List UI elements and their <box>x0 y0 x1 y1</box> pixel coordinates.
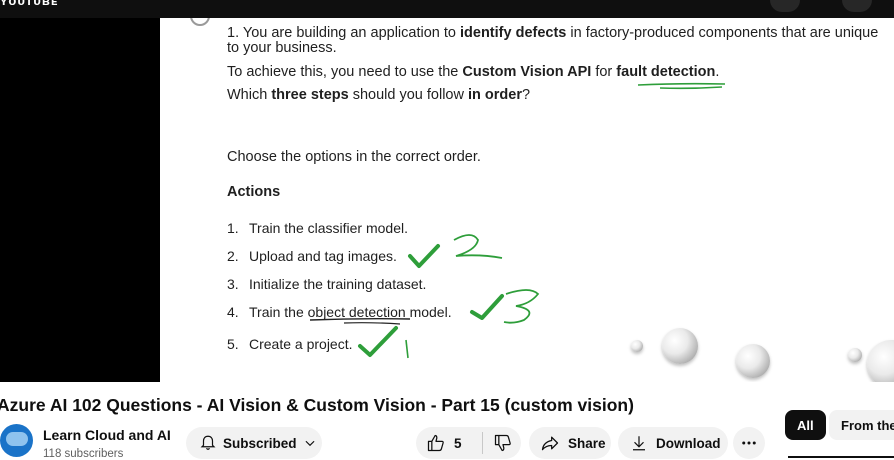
channel-avatar[interactable] <box>0 424 33 457</box>
download-label: Download <box>656 435 721 451</box>
checkmark-icon <box>470 294 504 320</box>
more-horizontal-icon <box>742 441 756 445</box>
water-drop-decoration <box>662 328 698 364</box>
dislike-button[interactable] <box>483 433 513 453</box>
share-icon <box>541 436 559 451</box>
pen-annotations <box>190 18 726 359</box>
share-label: Share <box>568 435 606 451</box>
download-icon <box>633 436 645 451</box>
create-icon[interactable] <box>842 0 872 12</box>
like-button[interactable]: 5 <box>416 433 482 453</box>
search-icon[interactable] <box>770 0 800 12</box>
number-2-mark <box>453 234 503 259</box>
pen-stroke-mark <box>405 339 409 359</box>
video-player[interactable]: 1. You are building an application to id… <box>0 18 894 382</box>
cursor-ring-icon <box>190 18 210 26</box>
thumbs-down-icon <box>494 434 511 452</box>
logo[interactable]: ʏᴏᴜᴛᴜʙᴇ <box>0 0 58 8</box>
underline-mark <box>637 82 726 90</box>
like-dislike-group: 5 <box>416 427 521 459</box>
more-actions-button[interactable] <box>733 427 765 459</box>
number-3-mark <box>503 289 540 324</box>
download-button[interactable]: Download <box>618 427 728 459</box>
water-drop-decoration <box>631 340 643 352</box>
like-count: 5 <box>454 435 462 451</box>
share-button[interactable]: Share <box>529 427 611 459</box>
subscribe-label: Subscribed <box>223 435 297 451</box>
chip-all[interactable]: All <box>785 410 826 440</box>
chip-from-channel[interactable]: From the s <box>829 410 894 440</box>
underline-mark <box>343 322 401 325</box>
bell-icon <box>200 435 216 450</box>
checkmark-icon <box>408 244 440 268</box>
top-bar: ʏᴏᴜᴛᴜʙᴇ <box>0 0 894 18</box>
chevron-down-icon <box>305 440 315 447</box>
underline-mark <box>309 317 411 321</box>
water-drop-decoration <box>848 348 862 362</box>
subscribe-button[interactable]: Subscribed <box>186 427 322 459</box>
slide-content: 1. You are building an application to id… <box>160 18 894 382</box>
thumbs-up-icon <box>427 434 444 452</box>
checkmark-icon <box>358 326 398 357</box>
water-drop-decoration <box>736 344 770 378</box>
channel-name[interactable]: Learn Cloud and AI <box>43 427 171 443</box>
subscriber-count: 118 subscribers <box>43 448 124 460</box>
video-title: Azure AI 102 Questions - AI Vision & Cus… <box>0 395 634 415</box>
recommendations-divider <box>788 456 894 458</box>
